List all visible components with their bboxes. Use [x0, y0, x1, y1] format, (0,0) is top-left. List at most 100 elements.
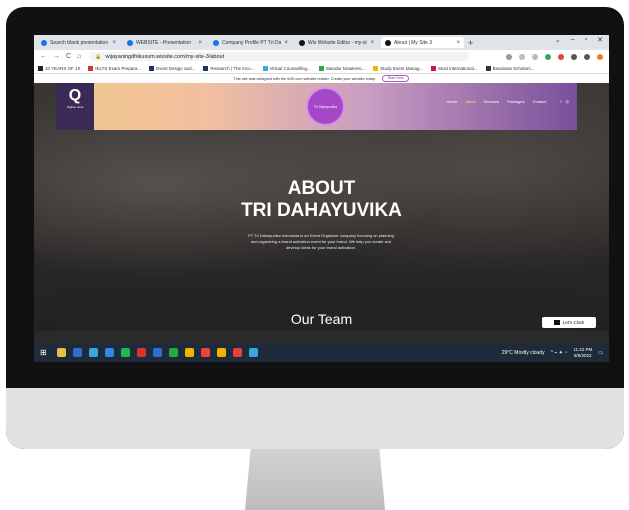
- browser-tab[interactable]: Wix Website Editor - my-site ×: [295, 37, 378, 48]
- screen: Search blank presentation - × WEBSITE - …: [34, 35, 609, 362]
- bookmark[interactable]: Virtual Counselling...: [262, 65, 311, 71]
- bookmark-icon: [485, 65, 491, 71]
- nav-buttons: ← → C ⌂: [40, 53, 81, 60]
- maximize-icon[interactable]: ▫: [585, 36, 587, 44]
- site-logo[interactable]: Q Tagline Here: [56, 83, 94, 130]
- taskbar-app-icon[interactable]: [216, 348, 226, 357]
- taskbar-apps: [56, 348, 258, 357]
- browser-tab[interactable]: Company Profile PT Tri Dahu ×: [209, 37, 292, 48]
- close-window-icon[interactable]: ✕: [597, 36, 603, 44]
- weather-widget[interactable]: 29°C Mostly cloudy: [502, 350, 545, 356]
- close-tab-icon[interactable]: ×: [370, 40, 374, 46]
- menu-item-about[interactable]: About: [465, 99, 475, 104]
- website-content: Q Tagline Here Tri Dahayuvika Home About…: [34, 83, 609, 331]
- bookmark[interactable]: Research | The Inco...: [203, 65, 255, 71]
- home-icon[interactable]: ⌂: [77, 53, 81, 60]
- menu-item-services[interactable]: Services: [484, 99, 499, 104]
- clock-time: 11:22 PM: [573, 346, 593, 352]
- profile-avatar[interactable]: [597, 53, 603, 60]
- bookmark[interactable]: Beasiswa Scholars...: [485, 65, 534, 71]
- forward-icon[interactable]: →: [53, 53, 60, 60]
- bookmark-icon: [431, 65, 437, 71]
- wix-start-button[interactable]: Start Now: [381, 75, 410, 82]
- close-tab-icon[interactable]: ×: [456, 40, 460, 46]
- chat-icon: [553, 320, 560, 325]
- monitor-chin: [6, 388, 624, 449]
- new-tab-button[interactable]: +: [468, 38, 473, 48]
- bookmark[interactable]: 10 YEARS OF 10: [38, 65, 80, 71]
- back-icon[interactable]: ←: [40, 53, 47, 60]
- taskbar-app-icon[interactable]: [56, 348, 66, 357]
- lock-icon: 🔒: [95, 53, 102, 60]
- taskbar-app-icon[interactable]: [152, 348, 162, 357]
- system-tray: 29°C Mostly cloudy ^ ⌁ ✦ ◔ 11:22 PM 8/9/…: [502, 347, 603, 359]
- wix-banner: This site was designed with the WIX.com …: [34, 74, 609, 83]
- monitor-stand: [245, 449, 385, 510]
- tab-favicon-icon: [213, 39, 219, 46]
- clock[interactable]: 11:22 PM 8/9/2022: [573, 347, 592, 359]
- zoom-icon[interactable]: [506, 53, 512, 60]
- taskbar-app-icon[interactable]: [232, 348, 242, 357]
- tab-favicon-icon: [127, 39, 133, 46]
- clock-date: 8/9/2022: [574, 352, 592, 358]
- close-tab-icon[interactable]: ×: [112, 40, 116, 46]
- bookmark[interactable]: Most international...: [431, 65, 478, 71]
- taskbar-app-icon[interactable]: [120, 348, 130, 357]
- about-heading-line2: TRI DAHAYUVIKA: [241, 200, 402, 221]
- window-controls: ⌄ – ▫ ✕: [555, 36, 603, 44]
- bookmark[interactable]: Study Event Manag...: [373, 65, 423, 71]
- extensions: [506, 53, 603, 60]
- facebook-icon[interactable]: f: [560, 99, 561, 104]
- notifications-icon[interactable]: ▭: [598, 350, 603, 356]
- taskbar-app-icon[interactable]: [184, 348, 194, 357]
- tab-favicon-icon: [41, 39, 47, 46]
- extension-icon[interactable]: [545, 53, 551, 60]
- bookmark-icon: [88, 65, 94, 71]
- url-input[interactable]: 🔒 wijayaningdhikusum.wixsite.com/my-site…: [89, 52, 470, 61]
- taskbar-app-icon[interactable]: [104, 348, 114, 357]
- share-icon[interactable]: [519, 53, 525, 60]
- extension-icon[interactable]: [558, 53, 564, 60]
- bookmark[interactable]: Standar Notulensi...: [318, 65, 365, 71]
- close-tab-icon[interactable]: ×: [198, 40, 202, 46]
- taskbar-app-icon[interactable]: [72, 348, 82, 357]
- start-icon[interactable]: ⊞: [40, 348, 47, 357]
- browser-tab[interactable]: WEBSITE - Presentation ×: [123, 37, 206, 48]
- taskbar-app-icon[interactable]: [136, 348, 146, 357]
- url-text: wijayaningdhikusum.wixsite.com/my-site-3…: [105, 53, 225, 60]
- taskbar-app-icon[interactable]: [88, 348, 98, 357]
- logo-letter: Q: [68, 87, 82, 104]
- taskbar-app-icon[interactable]: [168, 348, 178, 357]
- browser-tab-active[interactable]: About | My Site 3 ×: [381, 37, 464, 48]
- taskbar-app-icon[interactable]: [248, 348, 258, 357]
- bookmark-icon: [318, 65, 324, 71]
- bookmark-icon: [262, 65, 268, 71]
- bookmark[interactable]: Event Design and...: [149, 65, 195, 71]
- chat-button[interactable]: Let's Chat!: [542, 317, 596, 328]
- tab-favicon-icon: [385, 39, 391, 46]
- team-heading: Our Team: [290, 311, 353, 327]
- menu-item-contact[interactable]: Contact: [533, 99, 547, 104]
- taskbar-app-icon[interactable]: [200, 348, 210, 357]
- about-heading: ABOUT TRI DAHAYUVIKA: [34, 178, 609, 222]
- star-icon[interactable]: [532, 53, 538, 60]
- about-heading-line1: ABOUT: [287, 178, 356, 199]
- bookmark[interactable]: IELTS Exam Prepara...: [88, 65, 141, 71]
- close-tab-icon[interactable]: ×: [284, 40, 288, 46]
- minimize-icon[interactable]: –: [571, 36, 575, 44]
- brand-badge[interactable]: Tri Dahayuvika: [306, 87, 345, 126]
- menu-item-home[interactable]: Home: [447, 99, 458, 104]
- reload-icon[interactable]: C: [66, 53, 71, 60]
- tray-icons[interactable]: ^ ⌁ ✦ ◔: [551, 350, 568, 356]
- browser-tab[interactable]: Search blank presentation - ×: [37, 37, 120, 48]
- address-bar-row: ← → C ⌂ 🔒 wijayaningdhikusum.wixsite.com…: [34, 50, 609, 63]
- instagram-icon[interactable]: ◎: [566, 99, 570, 104]
- tab-search-icon[interactable]: ⌄: [555, 36, 561, 44]
- sidebar-icon[interactable]: [584, 53, 590, 60]
- puzzle-icon[interactable]: [571, 53, 577, 60]
- menu-item-packages[interactable]: Packages: [507, 99, 525, 104]
- tab-favicon-icon: [299, 39, 305, 46]
- bookmark-icon: [38, 65, 43, 71]
- wix-notice-text: This site was designed with the WIX.com …: [233, 76, 376, 81]
- site-menu: Home About Services Packages Contact f ◎: [447, 99, 569, 104]
